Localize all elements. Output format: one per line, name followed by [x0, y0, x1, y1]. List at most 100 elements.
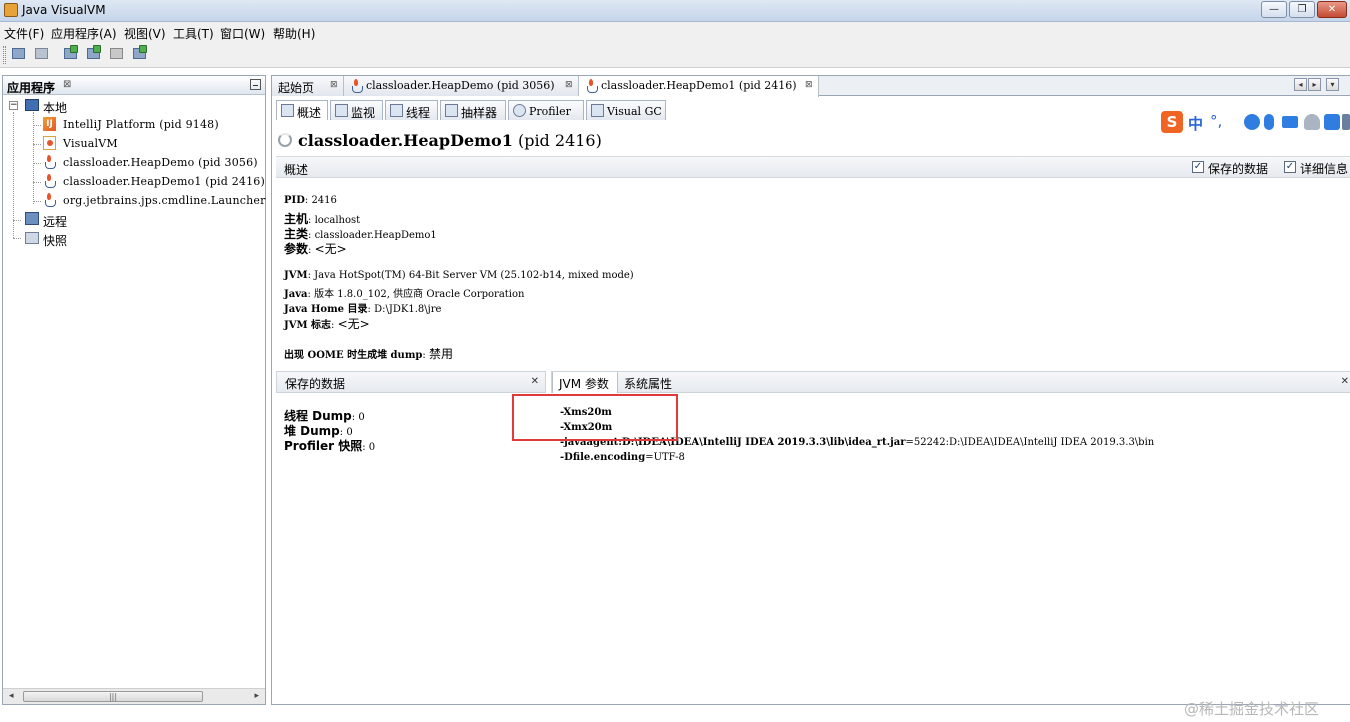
visual-gc-icon: [591, 104, 604, 117]
tab-heapdemo1[interactable]: classloader.HeapDemo1 (pid 2416) ⊠: [579, 76, 819, 97]
saved-data-checkbox-label: 保存的数据: [1208, 162, 1269, 176]
close-icon[interactable]: ⊠: [63, 79, 71, 90]
add-core-dump-icon[interactable]: [108, 45, 126, 63]
tree-node-local[interactable]: − 本地: [7, 97, 257, 115]
tools-icon[interactable]: [1342, 114, 1350, 130]
applications-panel-header: 应用程序 ⊠: [3, 76, 265, 95]
tab-heapdemo[interactable]: classloader.HeapDemo (pid 3056) ⊠: [344, 76, 579, 96]
saved-profiler-snapshots: Profiler 快照: 0: [284, 439, 376, 453]
visualvm-icon: [43, 136, 56, 150]
menu-window[interactable]: 窗口(W): [220, 25, 265, 42]
watermark: @稀土掘金技术社区: [1184, 700, 1320, 718]
tab-profiler[interactable]: Profiler: [508, 100, 584, 120]
close-icon[interactable]: ⊠: [330, 80, 338, 90]
saved-data-checkbox[interactable]: ✓: [1192, 161, 1204, 173]
scroll-left-icon[interactable]: ◂: [9, 691, 14, 701]
tab-threads[interactable]: 线程: [385, 100, 438, 120]
menu-view[interactable]: 视图(V): [124, 25, 166, 42]
info-java-home: Java Home 目录: D:\JDK1.8\jre: [284, 304, 442, 315]
menu-bar: 文件(F) 应用程序(A) 视图(V) 工具(T) 窗口(W) 帮助(H): [0, 22, 1350, 42]
tree-node-visualvm[interactable]: VisualVM: [41, 135, 266, 153]
minimize-button[interactable]: —: [1261, 1, 1287, 18]
overview-section-title: 概述: [284, 163, 309, 177]
threads-icon: [390, 104, 403, 117]
save-icon[interactable]: [33, 45, 51, 63]
close-icon[interactable]: ✕: [1341, 376, 1349, 387]
emoji-icon[interactable]: [1244, 114, 1260, 130]
ime-mode-toggle[interactable]: 中: [1188, 113, 1203, 134]
tree-node-intellij[interactable]: IJ IntelliJ Platform (pid 9148): [41, 116, 266, 134]
profiler-icon: [513, 104, 526, 117]
window-title: Java VisualVM: [22, 3, 106, 17]
menu-file[interactable]: 文件(F): [4, 25, 44, 42]
microphone-icon[interactable]: [1264, 114, 1274, 130]
add-snapshot-icon[interactable]: [131, 45, 149, 63]
intellij-icon: IJ: [43, 117, 56, 131]
tree-node-remote[interactable]: 远程: [7, 211, 257, 229]
java-app-icon: [585, 79, 598, 93]
java-app-icon: [43, 174, 56, 188]
tab-overview[interactable]: 概述: [276, 100, 328, 120]
tab-system-properties[interactable]: 系统属性: [618, 372, 698, 393]
tree-node-heapdemo1[interactable]: classloader.HeapDemo1 (pid 2416): [41, 173, 266, 191]
remote-host-icon: [25, 212, 39, 225]
user-icon[interactable]: [1304, 114, 1320, 130]
tab-monitor[interactable]: 监视: [330, 100, 383, 120]
document-tabs: 起始页 ⊠ classloader.HeapDemo (pid 3056) ⊠ …: [272, 76, 1350, 97]
ime-punctuation-toggle[interactable]: °,: [1210, 112, 1222, 130]
sampler-icon: [445, 104, 458, 117]
java-app-icon: [350, 79, 363, 93]
details-checkbox[interactable]: ✓: [1284, 161, 1296, 173]
saved-data-panel-header: 保存的数据 ✕: [276, 371, 546, 393]
minimize-panel-icon[interactable]: [250, 79, 261, 90]
java-app-icon: [43, 193, 56, 207]
scroll-tabs-left-icon[interactable]: ◂: [1294, 78, 1307, 91]
info-pid: PID: 2416: [284, 195, 337, 206]
scroll-right-icon[interactable]: ▸: [254, 691, 259, 701]
title-bar: Java VisualVM — ❐ ✕: [0, 0, 1350, 22]
tree-node-snapshots[interactable]: 快照: [7, 230, 257, 248]
jvm-info-tabs: JVM 参数 系统属性 ✕: [551, 371, 1350, 393]
collapse-icon[interactable]: −: [9, 101, 18, 110]
horizontal-scrollbar[interactable]: ◂ ||| ▸: [3, 688, 265, 704]
close-icon[interactable]: ⊠: [805, 80, 813, 90]
add-remote-host-icon[interactable]: [85, 45, 103, 63]
tab-start-page[interactable]: 起始页 ⊠: [272, 76, 344, 96]
keyboard-icon[interactable]: [1282, 116, 1298, 128]
tab-list-icon[interactable]: ▾: [1326, 78, 1339, 91]
close-icon[interactable]: ✕: [531, 376, 539, 387]
info-arguments: 参数: <无>: [284, 242, 347, 256]
applications-panel: 应用程序 ⊠ − 本地 IJ IntelliJ Platform (pid 91…: [2, 75, 266, 705]
saved-data-title: 保存的数据: [285, 377, 346, 391]
application-title: classloader.HeapDemo1 (pid 2416): [298, 131, 602, 150]
add-jmx-connection-icon[interactable]: [62, 45, 80, 63]
info-java-version: Java: 版本 1.8.0_102, 供应商 Oracle Corporati…: [284, 289, 525, 300]
load-snapshot-icon[interactable]: [10, 45, 28, 63]
close-button[interactable]: ✕: [1317, 1, 1347, 18]
maximize-button[interactable]: ❐: [1289, 1, 1315, 18]
menu-tools[interactable]: 工具(T): [173, 25, 214, 42]
menu-help[interactable]: 帮助(H): [273, 25, 315, 42]
toolbar-grip[interactable]: [3, 46, 6, 64]
ime-toolbar: S 中 °,: [1160, 110, 1350, 136]
highlight-annotation: [512, 394, 678, 441]
scrollbar-thumb[interactable]: |||: [23, 691, 203, 702]
overview-section-header: 概述 ✓ 保存的数据 ✓ 详细信息: [276, 156, 1350, 178]
applications-panel-title: 应用程序: [7, 81, 56, 95]
menu-applications[interactable]: 应用程序(A): [51, 25, 117, 42]
scroll-tabs-right-icon[interactable]: ▸: [1308, 78, 1321, 91]
loading-spinner-icon: [278, 133, 292, 147]
shirt-icon[interactable]: [1324, 114, 1340, 130]
monitor-icon: [335, 104, 348, 117]
tree-node-jps-launcher[interactable]: org.jetbrains.jps.cmdline.Launcher: [41, 192, 266, 210]
close-icon[interactable]: ⊠: [565, 80, 573, 90]
tree-node-heapdemo[interactable]: classloader.HeapDemo (pid 3056): [41, 154, 266, 172]
overview-icon: [281, 104, 294, 117]
ime-logo-icon[interactable]: S: [1161, 111, 1183, 133]
tab-sampler[interactable]: 抽样器: [440, 100, 506, 120]
tab-visual-gc[interactable]: Visual GC: [586, 100, 666, 120]
info-jvm-flags: JVM 标志: <无>: [284, 317, 370, 331]
snapshot-icon: [25, 232, 39, 244]
tab-jvm-arguments[interactable]: JVM 参数: [552, 372, 618, 393]
toolbar: [0, 42, 1350, 68]
